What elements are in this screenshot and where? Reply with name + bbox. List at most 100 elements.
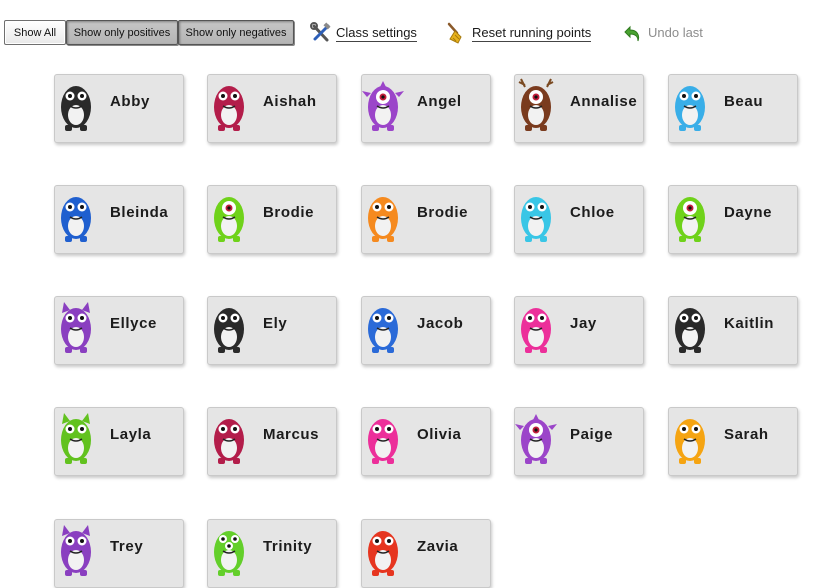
student-card[interactable]: Chloe	[514, 185, 644, 254]
student-name: Dayne	[724, 204, 773, 221]
student-name: Ellyce	[110, 315, 157, 332]
yellow-orange-monster-icon	[675, 419, 705, 464]
crimson-monster-icon	[214, 419, 244, 464]
student-name: Trinity	[263, 538, 313, 555]
student-card[interactable]: Trey	[54, 519, 184, 588]
avatar	[208, 410, 250, 466]
student-name: Chloe	[570, 204, 615, 221]
toolbar: Show All Show only positives Show only n…	[0, 0, 837, 60]
broom-icon	[447, 22, 462, 44]
class-settings-label: Class settings	[336, 24, 417, 42]
cyan-monster-icon	[521, 197, 551, 242]
student-card[interactable]: Zavia	[361, 519, 491, 588]
reset-points-label: Reset running points	[472, 24, 592, 42]
purple-cat-monster-icon	[61, 302, 91, 353]
student-card[interactable]: Ely	[207, 296, 337, 365]
green-three-eyed-monster-icon	[214, 531, 244, 576]
student-name: Brodie	[417, 204, 469, 221]
avatar	[515, 299, 557, 355]
student-card[interactable]: Marcus	[207, 407, 337, 476]
student-card[interactable]: Trinity	[207, 519, 337, 588]
student-name: Kaitlin	[724, 315, 775, 332]
show-positives-button[interactable]: Show only positives	[66, 20, 178, 45]
avatar	[515, 77, 557, 133]
undo-last-link[interactable]: Undo last	[622, 22, 703, 44]
student-name: Beau	[724, 93, 764, 110]
student-name: Zavia	[417, 538, 459, 555]
brown-antler-monster-icon	[518, 78, 554, 131]
avatar	[669, 77, 711, 133]
avatar	[362, 522, 404, 578]
undo-last-label: Undo last	[648, 25, 703, 40]
green-cyclops-monster-icon	[214, 197, 244, 242]
student-card[interactable]: Brodie	[207, 185, 337, 254]
student-name: Marcus	[263, 426, 320, 443]
purple-cat-monster-icon	[61, 525, 91, 576]
avatar	[515, 410, 557, 466]
avatar	[55, 410, 97, 466]
show-all-button[interactable]: Show All	[4, 20, 66, 45]
black-white-monster-icon	[61, 86, 91, 131]
blue-bird-monster-icon	[368, 308, 398, 353]
avatar	[669, 188, 711, 244]
avatar	[669, 299, 711, 355]
avatar	[208, 522, 250, 578]
student-card[interactable]: Angel	[361, 74, 491, 143]
green-horned-monster-icon	[61, 413, 91, 464]
student-card[interactable]: Jay	[514, 296, 644, 365]
student-name: Annalise	[570, 93, 638, 110]
student-name: Layla	[110, 426, 152, 443]
student-card[interactable]: Beau	[668, 74, 798, 143]
student-name: Brodie	[263, 204, 315, 221]
student-name: Jay	[570, 315, 597, 332]
avatar	[362, 188, 404, 244]
black-white-monster-icon	[675, 308, 705, 353]
avatar	[515, 188, 557, 244]
student-card[interactable]: Kaitlin	[668, 296, 798, 365]
avatar	[55, 188, 97, 244]
student-name: Trey	[110, 538, 144, 555]
class-settings-link[interactable]: Class settings	[310, 22, 417, 44]
avatar	[362, 410, 404, 466]
undo-arrow-icon	[624, 25, 640, 42]
avatar	[208, 188, 250, 244]
student-card[interactable]: Layla	[54, 407, 184, 476]
student-card[interactable]: Olivia	[361, 407, 491, 476]
blue-furry-monster-icon	[675, 86, 705, 131]
student-name: Bleinda	[110, 204, 169, 221]
crimson-monster-icon	[214, 86, 244, 131]
green-cyclops-monster-icon	[675, 197, 705, 242]
pink-monster-icon	[521, 308, 551, 353]
avatar	[208, 77, 250, 133]
student-card[interactable]: Paige	[514, 407, 644, 476]
show-negatives-button[interactable]: Show only negatives	[178, 20, 294, 45]
student-name: Angel	[417, 93, 462, 110]
student-card[interactable]: Dayne	[668, 185, 798, 254]
student-name: Aishah	[263, 93, 317, 110]
purple-spiky-monster-icon	[362, 81, 404, 131]
avatar	[669, 410, 711, 466]
student-name: Sarah	[724, 426, 769, 443]
avatar	[362, 299, 404, 355]
avatar	[55, 77, 97, 133]
student-card[interactable]: Sarah	[668, 407, 798, 476]
blue-monster-icon	[61, 197, 91, 242]
student-name: Jacob	[417, 315, 464, 332]
student-card[interactable]: Bleinda	[54, 185, 184, 254]
pink-monster-icon	[368, 419, 398, 464]
student-card[interactable]: Annalise	[514, 74, 644, 143]
avatar	[208, 299, 250, 355]
student-name: Paige	[570, 426, 614, 443]
student-name: Abby	[110, 93, 150, 110]
reset-points-link[interactable]: Reset running points	[446, 22, 592, 44]
student-card[interactable]: Aishah	[207, 74, 337, 143]
student-card[interactable]: Ellyce	[54, 296, 184, 365]
student-card[interactable]: Brodie	[361, 185, 491, 254]
avatar	[55, 522, 97, 578]
purple-spiky-monster-icon	[515, 414, 557, 464]
tools-icon	[310, 22, 331, 42]
avatar	[362, 77, 404, 133]
student-card[interactable]: Abby	[54, 74, 184, 143]
student-card[interactable]: Jacob	[361, 296, 491, 365]
orange-monster-icon	[368, 197, 398, 242]
